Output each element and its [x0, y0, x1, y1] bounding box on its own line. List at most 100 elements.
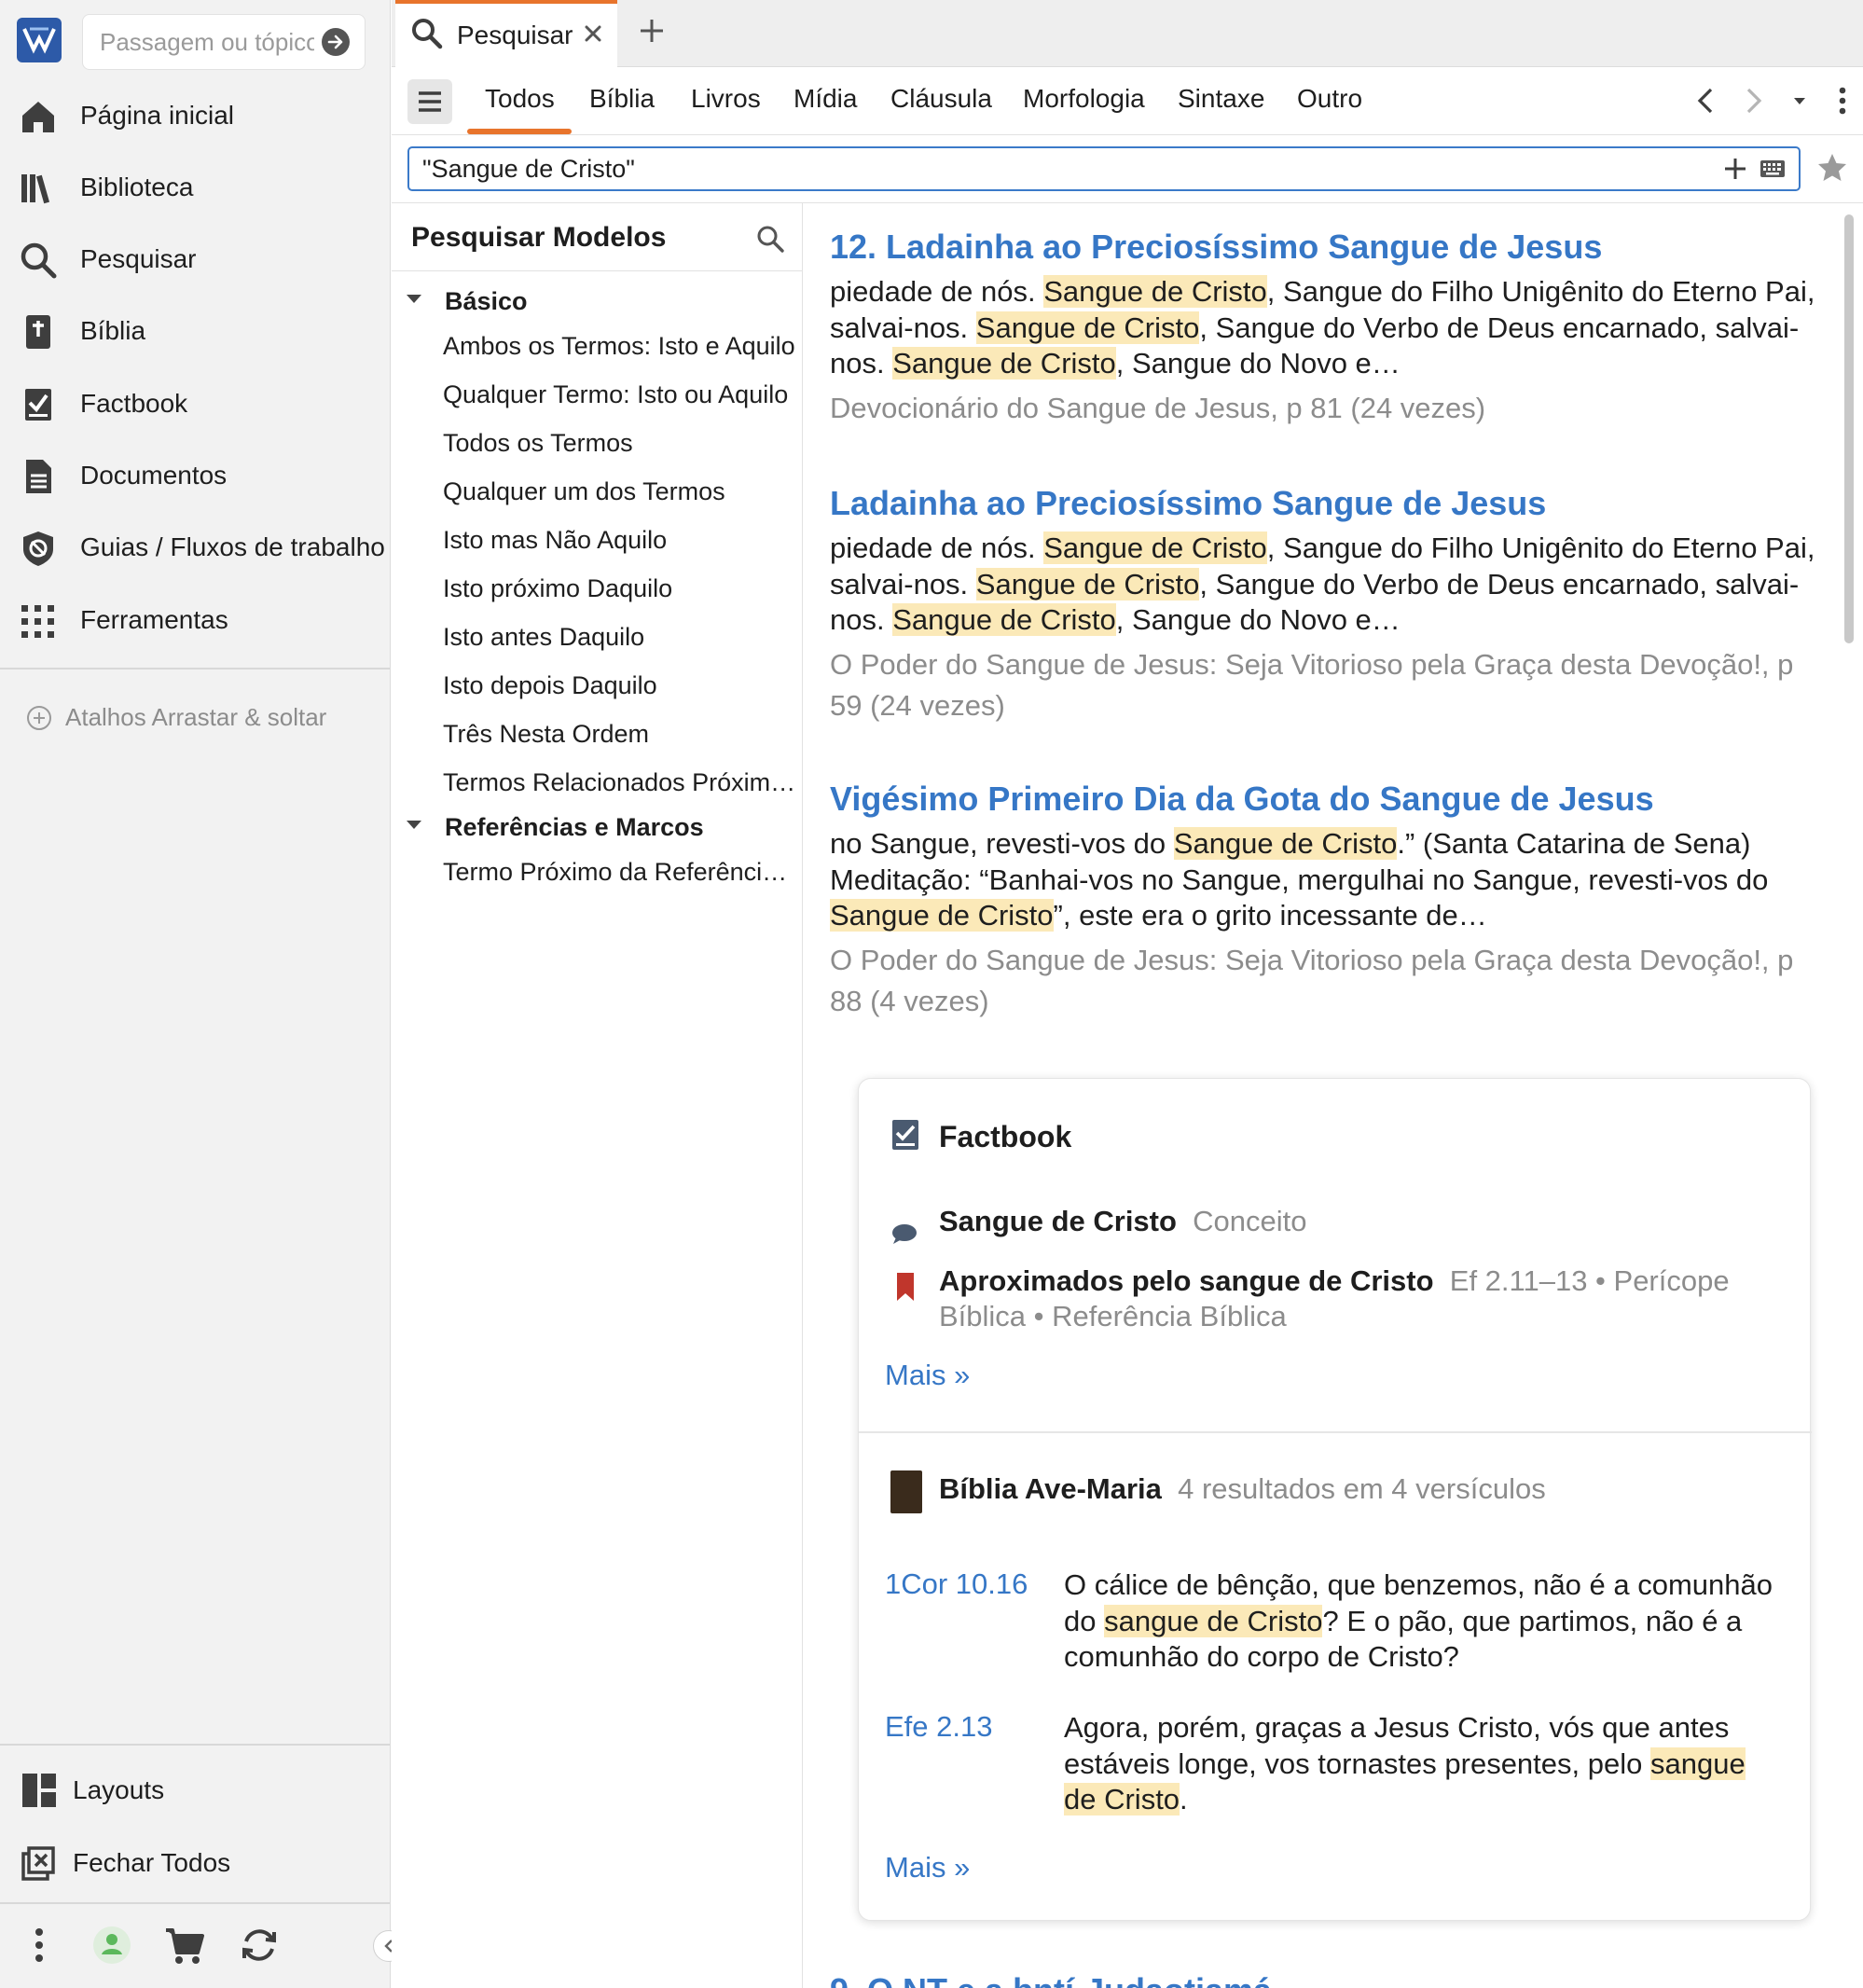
library-icon: [19, 169, 58, 208]
model-item[interactable]: Termos Relacionados Próxim…: [443, 763, 797, 800]
model-item[interactable]: Três Nesta Ordem: [443, 714, 797, 752]
search-highlight: Sangue de Cristo: [1043, 532, 1267, 564]
factbook-entry[interactable]: Sangue de Cristo Conceito: [939, 1204, 1760, 1239]
nav-library[interactable]: Biblioteca: [0, 157, 390, 218]
verse-reference[interactable]: 1Cor 10.16: [885, 1567, 1028, 1601]
collapse-triangle-icon: [407, 821, 421, 829]
nav-factbook[interactable]: Factbook: [0, 373, 390, 435]
model-item[interactable]: Isto depois Daquilo: [443, 666, 797, 703]
verse-text: Agora, porém, graças a Jesus Cristo, vós…: [1064, 1710, 1773, 1818]
sidebar-divider: [0, 668, 390, 670]
model-item[interactable]: Ambos os Termos: Isto e Aquilo: [443, 326, 797, 364]
tab-biblia[interactable]: Bíblia: [589, 84, 655, 114]
model-item[interactable]: Qualquer um dos Termos: [443, 472, 797, 509]
passage-input[interactable]: [100, 15, 314, 69]
nav-search[interactable]: Pesquisar: [0, 228, 390, 290]
layouts-button[interactable]: Layouts: [0, 1759, 390, 1820]
model-item[interactable]: Isto próximo Daquilo: [443, 569, 797, 606]
nav-guides[interactable]: Guias / Fluxos de trabalho: [0, 517, 390, 578]
snippet-text: , Sangue do Novo e…: [1115, 603, 1401, 636]
search-icon: [19, 241, 58, 280]
hamburger-menu-icon[interactable]: [407, 79, 452, 124]
result-title[interactable]: 12. Ladainha ao Preciosíssimo Sangue de …: [830, 224, 1818, 270]
results-panel: 12. Ladainha ao Preciosíssimo Sangue de …: [804, 203, 1863, 1988]
tab-search[interactable]: Pesquisar: [395, 0, 617, 67]
group-label: Referências e Marcos: [445, 813, 704, 841]
result-source[interactable]: O Poder do Sangue de Jesus: Seja Vitorio…: [830, 644, 1818, 726]
sidebar-divider: [0, 1744, 390, 1746]
more-link[interactable]: Mais »: [885, 1359, 970, 1392]
snippet-text: no Sangue, revesti-vos do: [830, 827, 1174, 860]
factbook-icon: [890, 1118, 920, 1152]
result-title[interactable]: Ladainha ao Preciosíssimo Sangue de Jesu…: [830, 480, 1818, 527]
search-highlight: Sangue de Cristo: [892, 347, 1116, 380]
add-tab-icon[interactable]: [636, 15, 668, 47]
logos-logo-icon[interactable]: [17, 18, 62, 62]
model-item[interactable]: Termo Próximo da Referência…: [443, 852, 797, 890]
result-item: Vigésimo Primeiro Dia da Gota do Sangue …: [830, 776, 1818, 1022]
group-header-basico[interactable]: Básico: [392, 282, 803, 319]
history-dropdown-icon[interactable]: [1785, 86, 1815, 116]
bookmark-icon: [890, 1271, 920, 1305]
search-highlight: sangue de Cristo: [1104, 1604, 1323, 1637]
search-toolbar: Todos Bíblia Livros Mídia Cláusula Morfo…: [392, 67, 1863, 135]
scrollbar[interactable]: [1844, 214, 1854, 643]
query-box: [407, 146, 1801, 191]
go-arrow-icon[interactable]: [322, 28, 350, 56]
nav-documents[interactable]: Documentos: [0, 445, 390, 506]
collapse-triangle-icon: [407, 295, 421, 303]
left-sidebar: Página inicial Biblioteca Pesquisar Bíbl…: [0, 0, 391, 1988]
more-link[interactable]: Mais »: [885, 1851, 970, 1884]
back-arrow-icon[interactable]: [1691, 86, 1721, 116]
result-title-partial[interactable]: 9. O NT e a bntí-Judaotiamá…: [830, 1971, 1305, 1988]
bible-icon: [19, 312, 58, 352]
close-icon[interactable]: [580, 21, 606, 47]
search-highlight: Sangue de Cristo: [1173, 827, 1398, 860]
query-input[interactable]: [422, 148, 1709, 189]
sidebar-bottom-bar: [0, 1904, 390, 1988]
tab-midia[interactable]: Mídia: [794, 84, 857, 114]
model-item[interactable]: Todos os Termos: [443, 423, 797, 461]
tab-todos[interactable]: Todos: [485, 84, 555, 114]
nav-home[interactable]: Página inicial: [0, 85, 390, 146]
factbook-title: Factbook: [939, 1120, 1072, 1153]
nav-tools[interactable]: Ferramentas: [0, 589, 390, 651]
tab-outro[interactable]: Outro: [1297, 84, 1362, 114]
model-item[interactable]: Isto antes Daquilo: [443, 617, 797, 655]
tab-sintaxe[interactable]: Sintaxe: [1178, 84, 1264, 114]
factbook-icon: [19, 385, 58, 424]
model-item[interactable]: Isto mas Não Aquilo: [443, 520, 797, 558]
card-divider: [859, 1431, 1812, 1433]
nav-label: Bíblia: [80, 316, 146, 345]
result-source[interactable]: O Poder do Sangue de Jesus: Seja Vitorio…: [830, 940, 1818, 1022]
close-all-label: Fechar Todos: [73, 1848, 231, 1877]
user-avatar-icon[interactable]: [90, 1923, 134, 1967]
group-label: Básico: [445, 287, 528, 315]
more-vertical-icon[interactable]: [17, 1923, 62, 1967]
group-header-referencias[interactable]: Referências e Marcos: [392, 808, 803, 845]
search-highlight: Sangue de Cristo: [1043, 275, 1267, 308]
nav-bible[interactable]: Bíblia: [0, 300, 390, 362]
add-icon[interactable]: [1722, 156, 1748, 182]
tab-clausula[interactable]: Cláusula: [890, 84, 992, 114]
factbook-entry[interactable]: Aproximados pelo sangue de Cristo Ef 2.1…: [939, 1263, 1760, 1334]
sync-icon[interactable]: [237, 1923, 282, 1967]
cart-icon[interactable]: [162, 1923, 207, 1967]
close-all-button[interactable]: Fechar Todos: [0, 1831, 390, 1893]
star-favorite-icon[interactable]: [1815, 151, 1849, 185]
model-item[interactable]: Qualquer Termo: Isto ou Aquilo: [443, 375, 797, 412]
forward-arrow-icon[interactable]: [1738, 86, 1768, 116]
search-highlight: Sangue de Cristo: [975, 311, 1200, 344]
tools-grid-icon: [19, 601, 58, 641]
bible-header[interactable]: Bíblia Ave-Maria 4 resultados em 4 versí…: [939, 1472, 1546, 1506]
tab-livros[interactable]: Livros: [691, 84, 761, 114]
result-source[interactable]: Devocionário do Sangue de Jesus, p 81 (2…: [830, 388, 1818, 429]
factbook-card: Factbook Sangue de Cristo Conceito Aprox…: [858, 1078, 1812, 1921]
nav-label: Página inicial: [80, 101, 234, 130]
verse-reference[interactable]: Efe 2.13: [885, 1710, 992, 1744]
result-title[interactable]: Vigésimo Primeiro Dia da Gota do Sangue …: [830, 776, 1818, 822]
search-icon[interactable]: [755, 224, 785, 254]
keyboard-icon[interactable]: [1760, 158, 1786, 180]
tab-morfologia[interactable]: Morfologia: [1023, 84, 1145, 114]
more-vertical-icon[interactable]: [1828, 86, 1857, 116]
